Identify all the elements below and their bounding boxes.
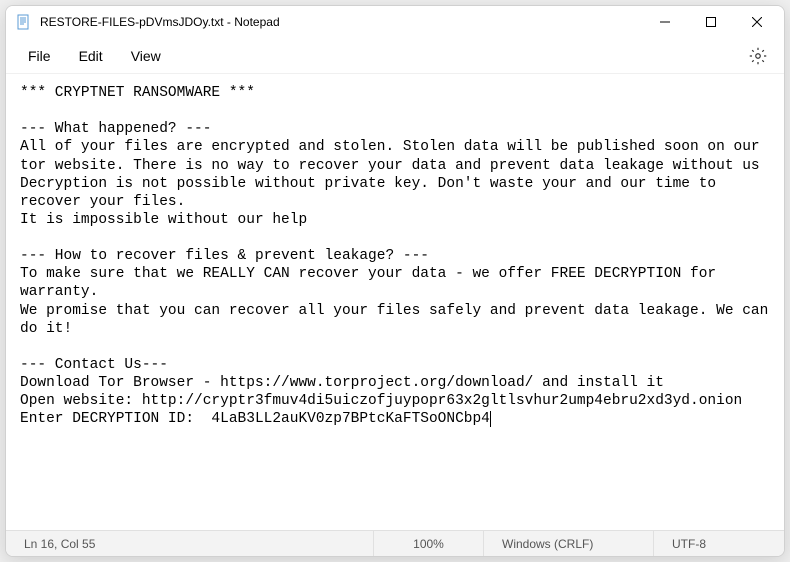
status-lineending: Windows (CRLF) xyxy=(484,531,654,556)
menu-edit[interactable]: Edit xyxy=(65,42,117,70)
window-title: RESTORE-FILES-pDVmsJDOy.txt - Notepad xyxy=(40,15,280,29)
notepad-icon xyxy=(16,14,32,30)
text-editor[interactable]: *** CRYPTNET RANSOMWARE *** --- What hap… xyxy=(6,74,784,530)
text-caret xyxy=(490,411,491,427)
settings-button[interactable] xyxy=(740,38,776,74)
minimize-button[interactable] xyxy=(642,6,688,38)
maximize-button[interactable] xyxy=(688,6,734,38)
menubar: File Edit View xyxy=(6,38,784,74)
titlebar: RESTORE-FILES-pDVmsJDOy.txt - Notepad xyxy=(6,6,784,38)
close-button[interactable] xyxy=(734,6,780,38)
statusbar: Ln 16, Col 55 100% Windows (CRLF) UTF-8 xyxy=(6,530,784,556)
document-text: *** CRYPTNET RANSOMWARE *** --- What hap… xyxy=(20,85,777,427)
status-encoding: UTF-8 xyxy=(654,531,784,556)
notepad-window: RESTORE-FILES-pDVmsJDOy.txt - Notepad Fi… xyxy=(5,5,785,557)
menu-file[interactable]: File xyxy=(14,42,65,70)
status-position: Ln 16, Col 55 xyxy=(6,531,374,556)
menu-view[interactable]: View xyxy=(117,42,175,70)
status-zoom: 100% xyxy=(374,531,484,556)
